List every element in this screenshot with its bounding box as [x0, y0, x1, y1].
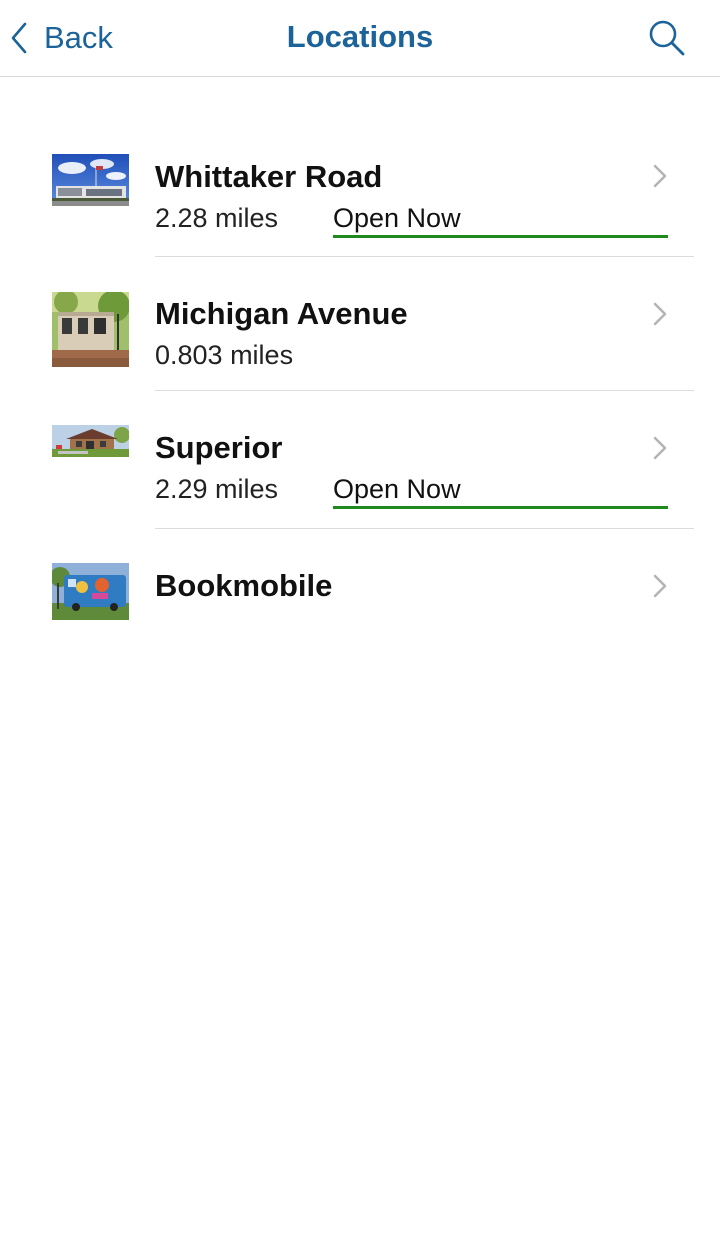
downtown-library-photo: [52, 292, 129, 367]
search-icon: [646, 20, 686, 62]
navigation-bar: Back Locations: [0, 0, 720, 77]
list-item[interactable]: Whittaker Road 2.28 miles Open Now: [0, 77, 720, 257]
open-status: Open Now: [333, 203, 461, 233]
chevron-right-icon: [652, 302, 668, 331]
list-item[interactable]: Michigan Avenue 0.803 miles: [0, 257, 720, 391]
location-name: Whittaker Road: [155, 159, 383, 194]
open-status-bar: [333, 506, 668, 509]
page-title: Locations: [286, 19, 434, 54]
library-building-photo: [52, 154, 129, 206]
locations-screen: Back Locations Whittaker Road 2.28 miles…: [0, 0, 720, 1245]
bookmobile-photo: [52, 563, 129, 620]
location-distance: 2.29 miles: [155, 474, 279, 504]
chevron-right-icon: [652, 436, 668, 465]
list-item[interactable]: Bookmobile: [0, 529, 720, 639]
superior-branch-photo: [52, 425, 129, 457]
chevron-right-icon: [652, 164, 668, 193]
open-status-bar: [333, 235, 668, 238]
chevron-right-icon: [652, 574, 668, 603]
location-name: Bookmobile: [155, 568, 333, 603]
location-name: Superior: [155, 430, 283, 465]
location-name: Michigan Avenue: [155, 296, 408, 331]
location-distance: 2.28 miles: [155, 203, 279, 233]
search-button[interactable]: [646, 18, 690, 62]
list-item[interactable]: Superior 2.29 miles Open Now: [0, 391, 720, 529]
open-status: Open Now: [333, 474, 461, 504]
location-distance: 0.803 miles: [155, 340, 294, 370]
